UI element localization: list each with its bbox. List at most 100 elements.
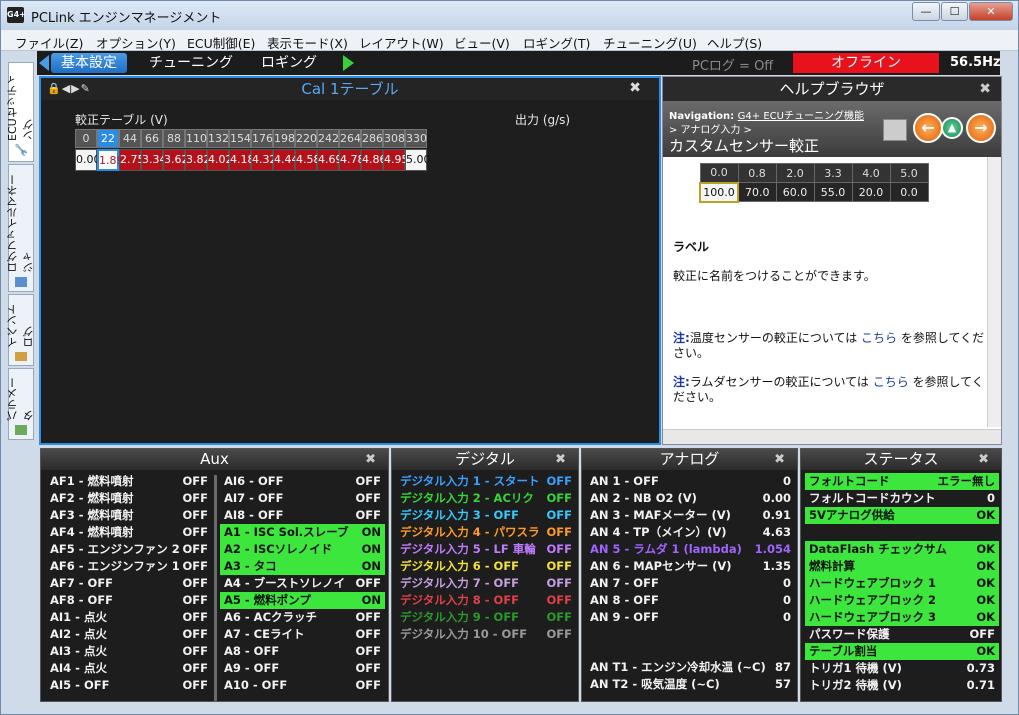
breakpoint-cell[interactable]: 0: [75, 129, 97, 148]
breakpoint-cell[interactable]: 110: [185, 129, 207, 148]
close-panel-icon[interactable]: ✖: [979, 77, 991, 101]
value-cell[interactable]: 4.69: [317, 149, 343, 171]
nav-link[interactable]: G4+ ECUチューニング機能: [738, 111, 864, 122]
table-cell: 100.0: [699, 181, 739, 203]
value-cell[interactable]: 4.78: [339, 149, 365, 171]
row-label: AI2 - 点火: [50, 627, 107, 641]
breakpoint-cell[interactable]: 66: [141, 129, 163, 148]
menu-tuning[interactable]: チューニング(U): [603, 33, 697, 52]
menu-options[interactable]: オプション(Y): [96, 33, 176, 52]
menu-file[interactable]: ファイル(Z): [15, 33, 83, 52]
aux-output-row: A8 - OFF OFF: [220, 643, 385, 660]
close-panel-icon[interactable]: ✖: [555, 449, 566, 470]
value-cell[interactable]: 2.75: [119, 149, 145, 171]
breakpoint-cell[interactable]: 264: [339, 129, 361, 148]
value-cell[interactable]: 4.32: [251, 149, 277, 171]
value-cell[interactable]: 3.62: [163, 149, 189, 171]
tab-label: イベントログ: [6, 304, 35, 349]
value-cell-selected[interactable]: 1.89: [97, 149, 124, 171]
close-panel-icon[interactable]: ✖: [629, 80, 641, 96]
aux-output-row: AF7 - OFF OFF: [46, 575, 212, 592]
connection-status[interactable]: オフライン: [793, 53, 939, 73]
value-cell[interactable]: 4.44: [273, 149, 299, 171]
tab-basic-settings[interactable]: 基本設定: [51, 53, 127, 73]
aux-output-row: AI8 - OFF OFF: [220, 507, 385, 524]
menu-help[interactable]: ヘルプ(S): [707, 33, 762, 52]
horizontal-scrollbar[interactable]: [663, 429, 1001, 444]
aux-output-row: A7 - CEライト OFF: [220, 626, 385, 643]
play-icon[interactable]: [343, 55, 354, 71]
breakpoint-cell[interactable]: 242: [317, 129, 339, 148]
breakpoint-cell[interactable]: 176: [251, 129, 273, 148]
value-cell[interactable]: 3.34: [141, 149, 167, 171]
maximize-button[interactable]: ☐: [941, 2, 968, 21]
close-panel-icon[interactable]: ✖: [365, 449, 376, 470]
toolbar-icons[interactable]: 🔒◀▶✎: [47, 82, 91, 95]
tab-log-file-manager[interactable]: ログファイルマネージャ: [6, 164, 35, 292]
breakpoint-cell[interactable]: 22: [97, 129, 119, 148]
menu-display-mode[interactable]: 表示モード(X): [267, 33, 348, 52]
home-icon[interactable]: ▲: [941, 117, 963, 139]
back-icon[interactable]: ←: [913, 113, 943, 143]
close-button[interactable]: ✕: [969, 2, 1013, 21]
nav-sublink[interactable]: > アナログ入力 >: [669, 121, 752, 136]
row-value: 0: [782, 610, 791, 624]
row-label: A9 - OFF: [224, 661, 280, 675]
value-cell[interactable]: 0.00: [75, 149, 101, 171]
breakpoint-cell[interactable]: 154: [229, 129, 251, 148]
forward-icon[interactable]: →: [966, 113, 996, 143]
digital-panel: デジタル ✖ デジタル入力 1 - スタート OFF デジタル入力 2 - ACリク O…: [391, 448, 579, 702]
breakpoint-cell[interactable]: 88: [163, 129, 185, 148]
value-cell[interactable]: 3.82: [185, 149, 211, 171]
digital-input-row: デジタル入力 2 - ACリク OFF: [396, 490, 576, 507]
tab-tuning[interactable]: チューニング: [139, 53, 243, 73]
breakpoint-cell[interactable]: 198: [273, 129, 295, 148]
printer-icon[interactable]: [883, 119, 907, 141]
tab-parameters[interactable]: パラメータ: [6, 368, 35, 440]
tab-logging[interactable]: ロギング: [251, 53, 327, 73]
vertical-scrollbar[interactable]: [987, 157, 1001, 427]
row-value: OFF: [182, 559, 209, 573]
breakpoint-cell[interactable]: 330: [405, 129, 427, 148]
close-panel-icon[interactable]: ✖: [774, 449, 785, 470]
row-label: A8 - OFF: [224, 644, 280, 658]
tab-event-log[interactable]: イベントログ: [6, 294, 35, 366]
row-value: OFF: [182, 661, 209, 675]
menu-layout[interactable]: レイアウト(W): [359, 33, 444, 52]
minimize-button[interactable]: —: [912, 2, 940, 21]
breakpoint-cell[interactable]: 308: [383, 129, 405, 148]
tab-ecu-settings[interactable]: 🔧 ECUセッティング: [6, 62, 35, 162]
note-link[interactable]: こちら: [861, 331, 897, 345]
value-cell[interactable]: 4.02: [207, 149, 233, 171]
log-icon: [15, 352, 27, 361]
value-cell[interactable]: 4.18: [229, 149, 255, 171]
breakpoint-cell[interactable]: 44: [119, 129, 141, 148]
note-text: 温度センサーの較正については: [689, 331, 858, 345]
status-row: テーブル割当 OK: [805, 643, 999, 660]
value-cell[interactable]: 4.95: [383, 149, 409, 171]
value-cell[interactable]: 4.58: [295, 149, 321, 171]
wrench-icon: 🔧: [15, 143, 28, 157]
row-value: OFF: [546, 593, 573, 607]
breakpoint-cell[interactable]: 286: [361, 129, 383, 148]
row-label: DataFlash チェックサム: [809, 542, 947, 556]
row-value: OFF: [182, 627, 209, 641]
breakpoint-cell[interactable]: 132: [207, 129, 229, 148]
close-panel-icon[interactable]: ✖: [978, 449, 989, 470]
menu-ecu-control[interactable]: ECU制御(E): [187, 33, 255, 52]
row-label: AN 8 - OFF: [590, 593, 659, 607]
row-label: フォルトコード: [809, 474, 890, 488]
status-row: DataFlash チェックサム OK: [805, 541, 999, 558]
row-label: デジタル入力 5 - LF 車輪: [400, 542, 536, 556]
value-cell[interactable]: 4.86: [361, 149, 387, 171]
menu-view[interactable]: ビュー(V): [454, 33, 510, 52]
parameters-icon: [15, 424, 27, 435]
back-arrow-icon[interactable]: [39, 55, 49, 71]
example-table: 0.0 0.8 2.0 3.3 4.0 5.0 100.0 70.0 60.0 55.0 20.0…: [699, 163, 929, 203]
row-value: 0.71: [966, 678, 995, 692]
aux-panel: Aux ✖ AF1 - 燃料噴射 OFF AF2 - 燃料噴射 OFF AF3 - 燃料噴…: [40, 448, 389, 702]
menu-logging[interactable]: ロギング(T): [523, 33, 590, 52]
breakpoint-cell[interactable]: 220: [295, 129, 317, 148]
note-link[interactable]: こちら: [873, 375, 909, 389]
value-cell[interactable]: 5.00: [405, 149, 431, 171]
